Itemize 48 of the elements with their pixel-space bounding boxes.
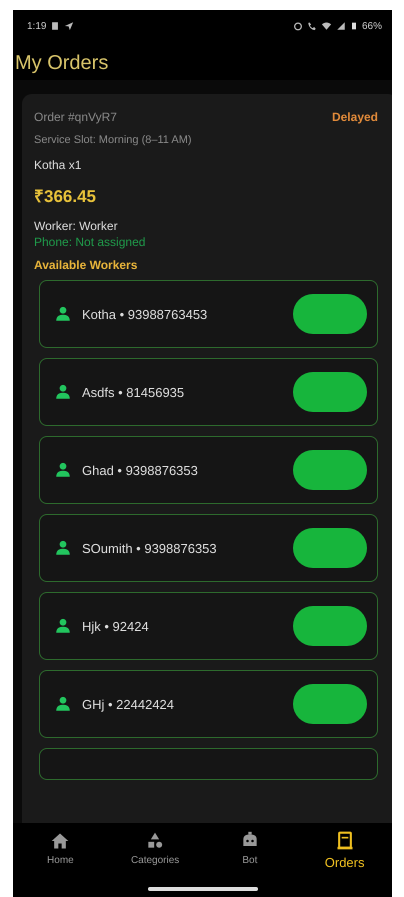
nav-tab[interactable]: Orders bbox=[320, 831, 370, 877]
worker-row[interactable]: Asdfs • 81456935 bbox=[39, 358, 378, 426]
order-item: Kotha x1 bbox=[34, 158, 82, 172]
worker-label: Kotha • 93988763453 bbox=[82, 306, 208, 322]
receipt-icon bbox=[334, 831, 355, 851]
service-slot: Service Slot: Morning (8–11 AM) bbox=[34, 134, 388, 146]
worker-row[interactable]: Kotha • 93988763453 bbox=[39, 280, 378, 348]
order-price: ₹366.45 bbox=[34, 186, 97, 207]
person-icon bbox=[54, 305, 72, 323]
nav-tab[interactable]: Home bbox=[35, 831, 86, 877]
send-icon bbox=[64, 21, 74, 31]
person-icon bbox=[54, 695, 72, 713]
clock-time: 1:19 bbox=[27, 20, 46, 32]
worker-row[interactable]: Hjk • 92424 bbox=[39, 592, 378, 660]
worker-name: Worker: Worker bbox=[34, 219, 119, 233]
worker-phone: Phone: Not assigned bbox=[34, 235, 146, 249]
status-label: Delayed bbox=[332, 110, 378, 124]
section-heading: Available Workers bbox=[34, 258, 138, 272]
worker-label: Asdfs • 81456935 bbox=[82, 384, 186, 400]
assign-button[interactable] bbox=[293, 450, 367, 490]
notification-icon bbox=[50, 21, 60, 31]
assign-button[interactable] bbox=[293, 372, 367, 412]
person-icon bbox=[54, 539, 72, 557]
assign-button[interactable] bbox=[293, 294, 367, 334]
nav-tab[interactable]: Categories bbox=[130, 831, 180, 877]
page-title: My Orders bbox=[14, 51, 110, 76]
worker-label: Hjk • 92424 bbox=[82, 618, 150, 634]
worker-row[interactable]: Ghad • 9398876353 bbox=[39, 436, 378, 504]
worker-row[interactable] bbox=[39, 748, 378, 780]
assign-button[interactable] bbox=[293, 528, 367, 568]
worker-label: GHj • 22442424 bbox=[82, 696, 176, 712]
battery-percent: 66% bbox=[362, 20, 382, 32]
person-icon bbox=[54, 461, 72, 479]
person-icon bbox=[54, 617, 72, 635]
order-number: Order #qnVyR7 bbox=[34, 110, 117, 124]
assign-button[interactable] bbox=[293, 606, 367, 646]
worker-label: SOumith • 9398876353 bbox=[82, 540, 218, 556]
assign-button[interactable] bbox=[293, 684, 367, 724]
worker-row[interactable]: SOumith • 9398876353 bbox=[39, 514, 378, 582]
alarm-icon bbox=[292, 21, 303, 31]
wifi-icon bbox=[320, 21, 332, 31]
call-icon bbox=[306, 21, 317, 31]
signal-icon bbox=[336, 21, 346, 31]
nav-tab[interactable]: Bot bbox=[224, 831, 275, 877]
worker-row[interactable]: GHj • 22442424 bbox=[39, 670, 378, 738]
worker-label: Ghad • 9398876353 bbox=[82, 462, 199, 478]
person-icon bbox=[54, 383, 72, 401]
home-icon bbox=[50, 831, 70, 851]
